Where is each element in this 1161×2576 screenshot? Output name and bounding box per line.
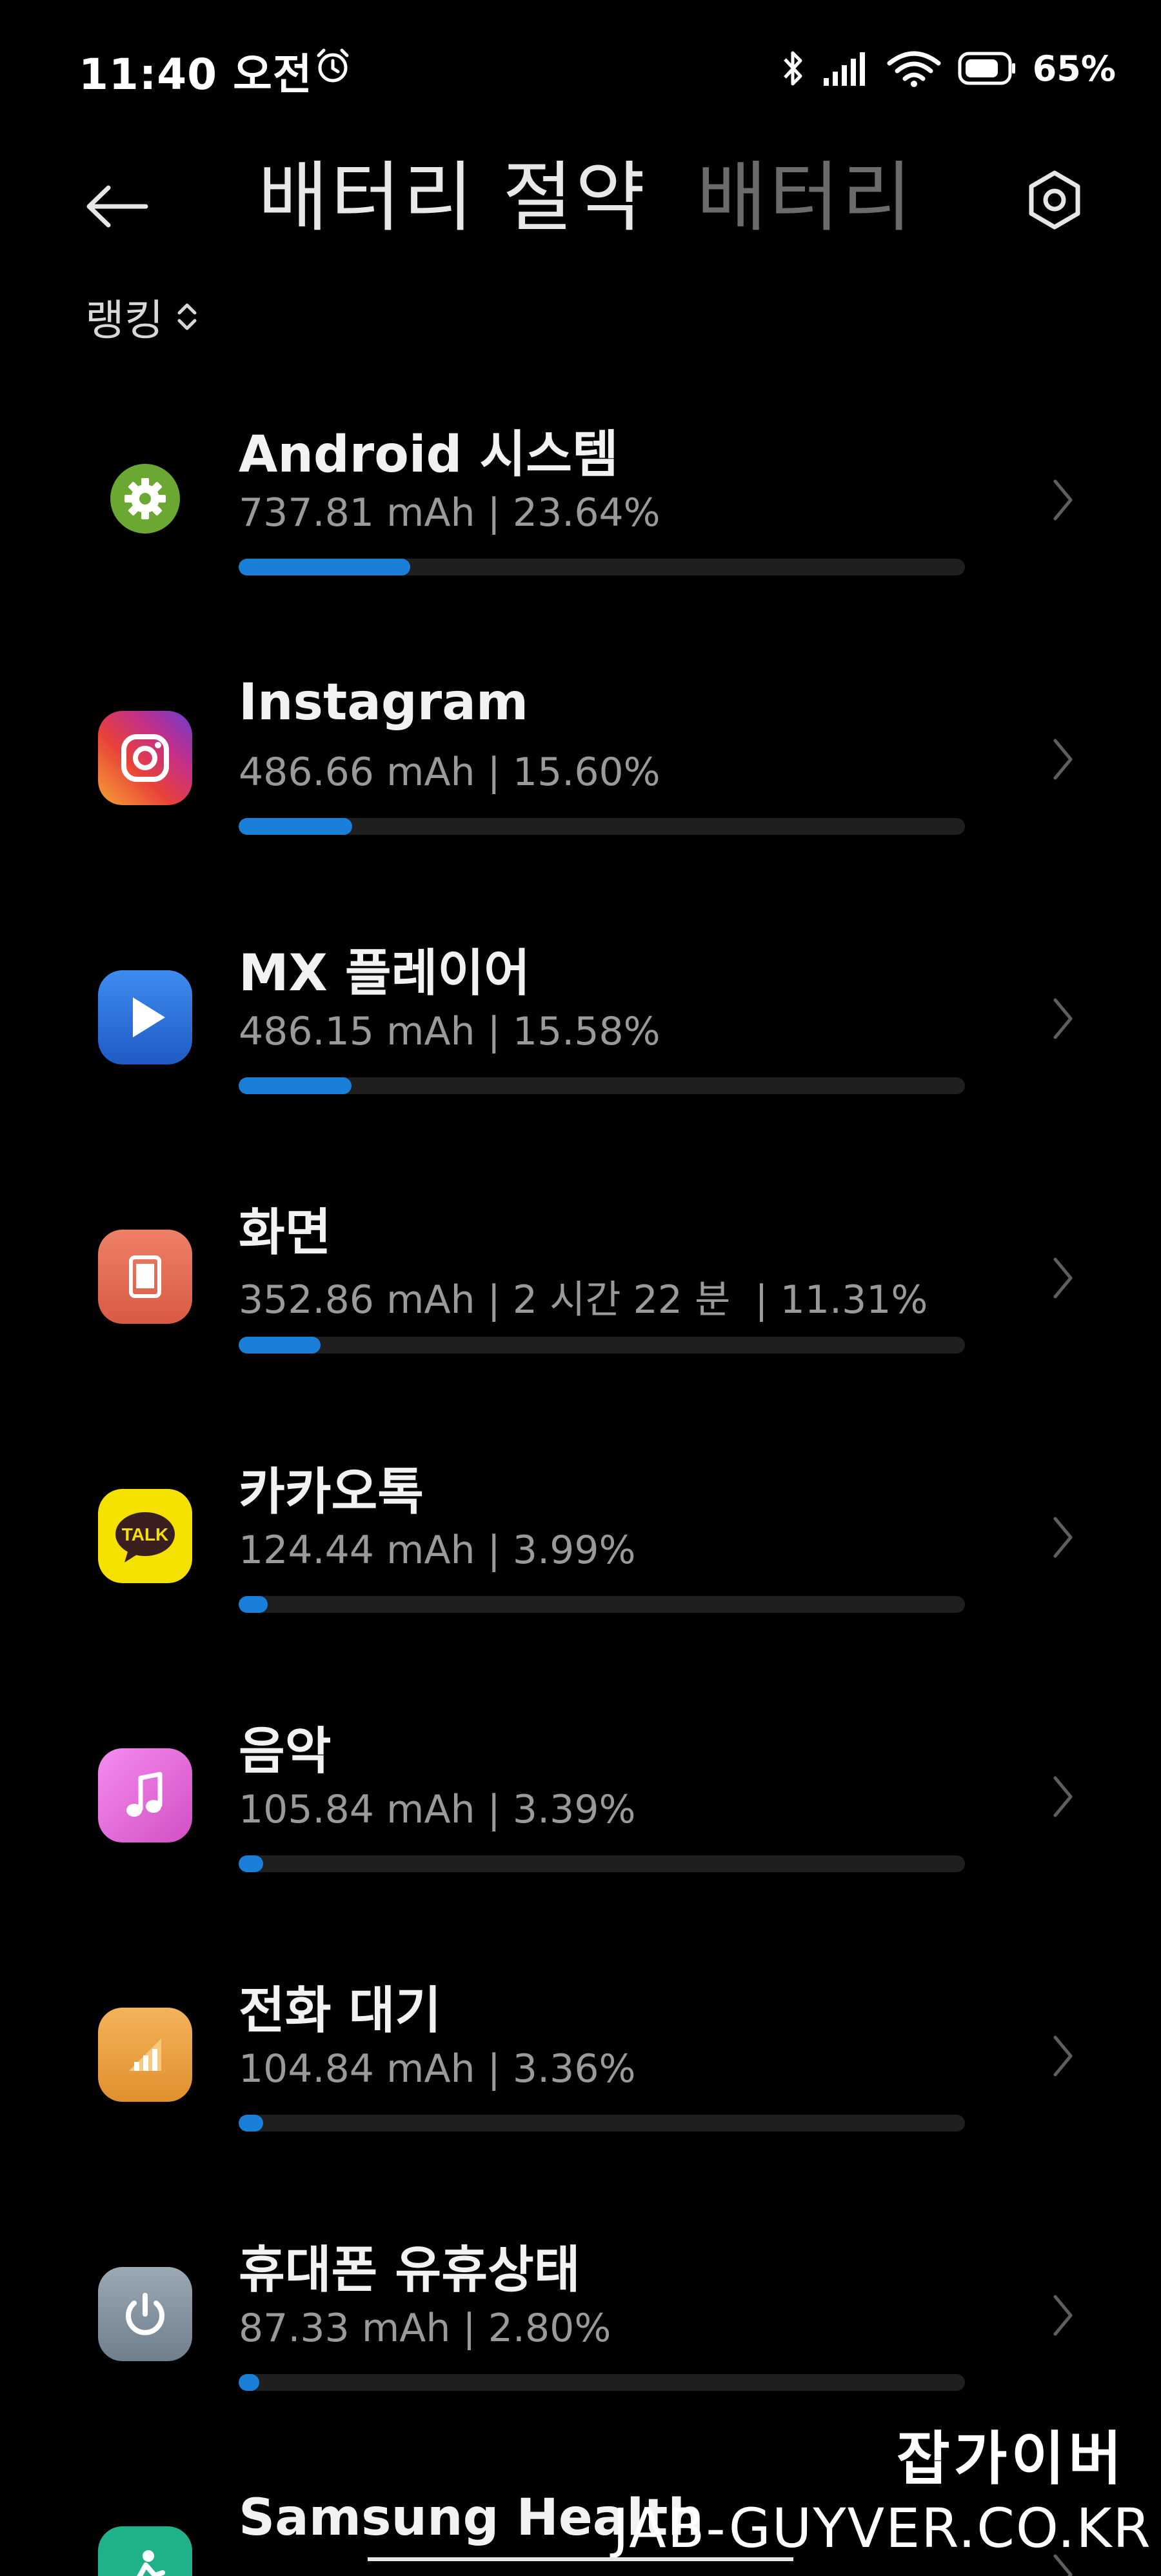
usage-bar-fill [239, 1855, 264, 1872]
app-name: 휴대폰 유휴상태 [239, 2241, 580, 2299]
app-usage: 352.86 mAh | 2 시간 22 분 | 11.31% [239, 1277, 928, 1323]
chevron-right-icon [1053, 1257, 1073, 1299]
cell-standby-icon [98, 2008, 192, 2102]
status-time: 11:40 오전 [79, 50, 313, 99]
app-row-screen[interactable]: 화면 352.86 mAh | 2 시간 22 분 | 11.31% [0, 1146, 1161, 1405]
arrow-left-icon [86, 185, 148, 228]
app-usage: 486.15 mAh | 15.58% [239, 1009, 660, 1054]
sort-toggle[interactable]: 랭킹 [85, 286, 198, 348]
usage-bar-fill [239, 818, 352, 835]
alarm-icon [317, 48, 349, 83]
usage-bar-fill [239, 1077, 352, 1094]
phone-idle-power-icon [98, 2267, 192, 2361]
status-bar: 11:40 오전 65% [0, 0, 1161, 129]
android-system-gear-icon [98, 452, 192, 546]
watermark-title: 잡가이버 [897, 2425, 1126, 2493]
kakaotalk-icon-text: TALK [122, 1524, 169, 1544]
chevron-right-icon [1053, 2295, 1073, 2336]
watermark-url: JAB-GUYVER.CO.KR [613, 2497, 1152, 2560]
chevron-right-icon [1053, 998, 1073, 1039]
hexagon-settings-icon [1029, 170, 1080, 230]
back-button[interactable] [77, 168, 155, 245]
chevron-right-icon [1053, 479, 1073, 521]
usage-bar [239, 1596, 965, 1613]
app-usage: 124.44 mAh | 3.99% [239, 1528, 636, 1573]
chevron-right-icon [1053, 1517, 1073, 1558]
bluetooth-icon [783, 51, 802, 86]
watermark-underline [368, 2557, 793, 2561]
usage-bar-fill [239, 1337, 321, 1353]
usage-bar-fill [239, 559, 411, 575]
app-name: 화면 [239, 1204, 332, 1262]
tab-battery[interactable]: 배터리 [697, 135, 915, 246]
app-usage: 486.66 mAh | 15.60% [239, 750, 660, 795]
usage-bar [239, 1337, 965, 1353]
app-name: 카카오톡 [239, 1463, 424, 1521]
usage-bar [239, 1077, 965, 1094]
usage-bar [239, 1855, 965, 1872]
app-row-mx-player[interactable]: MX 플레이어 486.15 mAh | 15.58% [0, 886, 1161, 1146]
app-name: MX 플레이어 [239, 944, 530, 1003]
app-usage: 104.84 mAh | 3.36% [239, 2046, 636, 2092]
app-name: 음악 [239, 1722, 332, 1781]
usage-bar [239, 818, 965, 835]
mx-player-icon [98, 970, 192, 1064]
app-row-android-system[interactable]: Android 시스템 737.81 mAh | 23.64% [0, 368, 1161, 627]
usage-bar [239, 2115, 965, 2132]
chevron-right-icon [1053, 2035, 1073, 2077]
battery-percent: 65% [1032, 48, 1116, 89]
screen-icon [98, 1230, 192, 1324]
usage-bar-fill [239, 1596, 268, 1613]
music-icon [98, 1748, 192, 1842]
sort-chevrons-icon [177, 303, 197, 330]
usage-bar [239, 559, 965, 575]
app-row-instagram[interactable]: Instagram 486.66 mAh | 15.60% [0, 627, 1161, 886]
app-row-cell-standby[interactable]: 전화 대기 104.84 mAh | 3.36% [0, 1924, 1161, 2183]
app-row-kakaotalk[interactable]: TALK 카카오톡 124.44 mAh | 3.99% [0, 1405, 1161, 1664]
app-usage: 737.81 mAh | 23.64% [239, 490, 660, 535]
wifi-icon [887, 51, 941, 87]
kakaotalk-icon: TALK [98, 1489, 192, 1583]
chevron-right-icon [1053, 739, 1073, 780]
app-usage: 87.33 mAh | 2.80% [239, 2306, 611, 2351]
app-name: Instagram [239, 674, 529, 732]
app-name: Android 시스템 [239, 426, 619, 484]
status-icons: 65% [780, 43, 1116, 94]
usage-bar-fill [239, 2115, 263, 2132]
settings-button[interactable] [1013, 158, 1096, 242]
battery-icon [958, 52, 1015, 85]
tab-battery-saver[interactable]: 배터리 절약 [258, 135, 648, 246]
samsung-health-icon [98, 2526, 192, 2576]
app-row-music[interactable]: 음악 105.84 mAh | 3.39% [0, 1664, 1161, 1924]
app-usage: 105.84 mAh | 3.39% [239, 1787, 636, 1832]
app-header: 배터리 절약 배터리 [0, 129, 1161, 271]
usage-bar-fill [239, 2374, 259, 2391]
instagram-icon [98, 711, 192, 805]
app-name: 전화 대기 [239, 1982, 442, 2040]
signal-icon [823, 52, 865, 86]
usage-bar [239, 2374, 965, 2391]
app-row-phone-idle[interactable]: 휴대폰 유휴상태 87.33 mAh | 2.80% [0, 2183, 1161, 2442]
chevron-right-icon [1053, 1776, 1073, 1817]
sort-label: 랭킹 [85, 295, 164, 345]
